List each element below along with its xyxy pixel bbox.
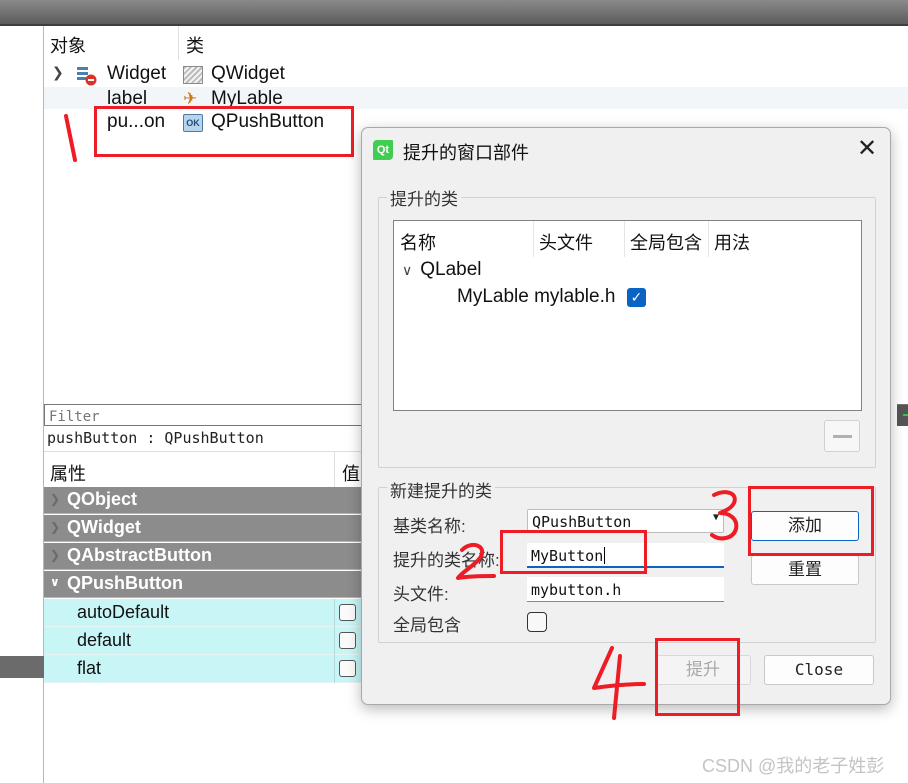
qt-logo-icon: Qt: [373, 140, 393, 160]
selected-object-info: pushButton : QPushButton: [47, 429, 264, 447]
property-checkbox[interactable]: [339, 604, 356, 621]
tree-row-class: QWidget: [211, 63, 285, 84]
window-top-bar: [0, 0, 908, 26]
group-label: QWidget: [67, 517, 141, 537]
column-separator: [334, 452, 335, 488]
tree-row-widget[interactable]: ❯ Widget QWidget: [44, 63, 908, 87]
column-header-class[interactable]: 类: [186, 32, 204, 58]
list-header-separator: [624, 221, 625, 257]
tree-row-name: Widget: [107, 63, 167, 84]
list-header-separator: [708, 221, 709, 257]
dialog-title: 提升的窗口部件: [403, 143, 529, 163]
widget-class-icon: [183, 66, 203, 84]
status-indicator: [903, 414, 908, 416]
promoted-class-row[interactable]: MyLable mylable.h: [457, 286, 615, 308]
annotation-number-1: [64, 114, 77, 162]
checkmark-icon[interactable]: ✓: [627, 288, 646, 307]
group-label: QPushButton: [67, 573, 183, 593]
promoted-classes-list[interactable]: 名称 头文件 全局包含 用法 ∨ QLabel MyLable mylable.h…: [393, 220, 862, 411]
widget-tree-icon: [77, 67, 97, 86]
annotation-number-2: [456, 542, 496, 580]
group-label: QAbstractButton: [67, 545, 212, 565]
global-include-label: 全局包含: [393, 616, 461, 635]
group-label: QObject: [67, 489, 138, 509]
annotation-box-4: [655, 638, 740, 716]
minus-icon: [833, 435, 852, 438]
column-separator: [334, 599, 335, 627]
close-icon[interactable]: ✕: [855, 136, 879, 162]
annotation-number-4: [592, 646, 646, 720]
filter-input[interactable]: [45, 407, 363, 427]
property-name: flat: [77, 658, 102, 678]
list-header-usage[interactable]: 用法: [714, 229, 750, 265]
base-class-label: 基类名称:: [393, 517, 466, 536]
annotation-box-3: [748, 486, 874, 556]
column-header-property[interactable]: 属性: [50, 460, 86, 486]
close-button[interactable]: Close: [764, 655, 874, 685]
column-separator: [334, 627, 335, 655]
header-file-value: mybutton.h: [531, 581, 622, 599]
expand-arrow-icon[interactable]: ❯: [50, 548, 60, 562]
property-checkbox[interactable]: [339, 632, 356, 649]
expand-arrow-icon[interactable]: ❯: [50, 492, 60, 506]
right-panel-edge: [897, 404, 908, 426]
annotation-box-1: [94, 106, 354, 157]
property-name: default: [77, 630, 132, 650]
group-qpushbutton[interactable]: ∨ QPushButton: [44, 571, 364, 598]
list-header-separator: [533, 221, 534, 257]
column-header-object[interactable]: 对象: [50, 32, 86, 58]
chevron-down-icon[interactable]: ❯: [52, 64, 64, 81]
column-separator: [334, 655, 335, 683]
property-name: autoDefault: [77, 602, 170, 622]
property-row-flat[interactable]: flat: [44, 655, 364, 683]
group-qabstractbutton[interactable]: ❯ QAbstractButton: [44, 543, 364, 570]
new-promoted-class-title: 新建提升的类: [387, 477, 495, 502]
dialog-title-bar[interactable]: Qt 提升的窗口部件 ✕: [362, 128, 890, 170]
property-filter[interactable]: [44, 404, 364, 427]
property-header: 属性 值: [44, 451, 364, 488]
group-qwidget[interactable]: ❯ QWidget: [44, 515, 364, 542]
expand-arrow-icon[interactable]: ❯: [50, 520, 60, 534]
promoted-widgets-dialog: Qt 提升的窗口部件 ✕ 提升的类 名称 头文件 全局包含 用法 ∨ QLabel…: [361, 127, 891, 705]
annotation-box-2: [500, 530, 647, 574]
promoted-class-header: mylable.h: [534, 286, 616, 307]
reset-button[interactable]: 重置: [751, 555, 859, 585]
remove-promoted-class-button[interactable]: [824, 420, 860, 452]
column-header-value[interactable]: 值: [342, 460, 360, 486]
list-header-header-file[interactable]: 头文件: [539, 229, 593, 265]
left-panel-band: [0, 656, 44, 678]
group-qobject[interactable]: ❯ QObject: [44, 487, 364, 514]
watermark: CSDN @我的老子姓彭: [702, 756, 885, 776]
list-header-global-include[interactable]: 全局包含: [630, 229, 702, 265]
base-class-name: QLabel: [420, 259, 482, 280]
header-file-label: 头文件:: [393, 585, 449, 604]
property-row-default[interactable]: default: [44, 627, 364, 655]
left-panel-edge: [0, 26, 44, 783]
annotation-number-3: [710, 490, 739, 541]
promoted-classes-title: 提升的类: [387, 185, 461, 210]
global-include-checkbox[interactable]: [527, 612, 547, 632]
base-class-value: QPushButton: [532, 513, 632, 531]
promoted-class-name: MyLable: [457, 286, 529, 307]
chevron-down-icon[interactable]: ∨: [402, 262, 412, 278]
property-row-autodefault[interactable]: autoDefault: [44, 599, 364, 627]
column-separator: [178, 26, 179, 60]
header-file-input[interactable]: mybutton.h: [527, 577, 724, 602]
base-class-row[interactable]: ∨ QLabel: [402, 259, 482, 281]
chevron-down-icon[interactable]: ∨: [50, 575, 60, 589]
property-checkbox[interactable]: [339, 660, 356, 677]
